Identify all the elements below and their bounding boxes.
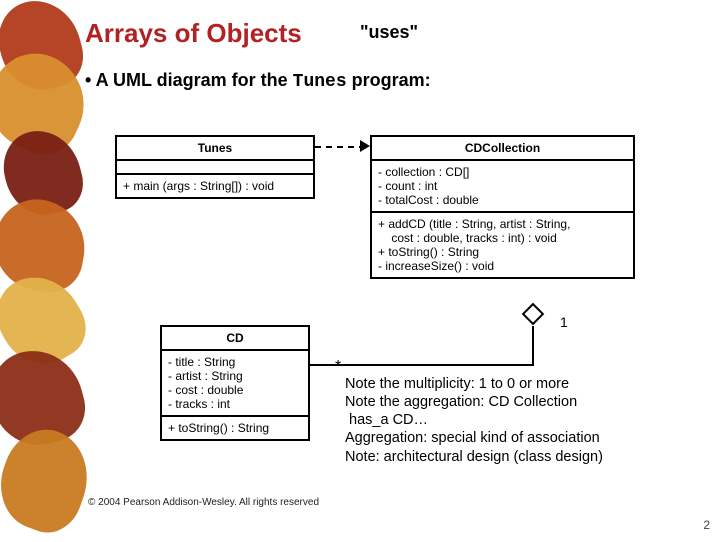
uml-operation: + addCD (title : String, artist : String… [378, 217, 627, 231]
note-line: Note the aggregation: CD Collection [345, 393, 603, 411]
uml-attributes: - collection : CD[] - count : int - tota… [372, 161, 633, 213]
uml-operation: + toString() : String [168, 421, 302, 435]
uml-operation-cont: cost : double, tracks : int) : void [378, 231, 627, 245]
uses-dependency-line [315, 146, 365, 148]
uml-operations: + main (args : String[]) : void [117, 175, 313, 197]
leaf-background [0, 0, 85, 540]
note-line: Note: architectural design (class design… [345, 448, 603, 466]
uml-class-cdcollection: CDCollection - collection : CD[] - count… [370, 135, 635, 279]
multiplicity-many: * [335, 358, 341, 376]
uml-operations: + addCD (title : String, artist : String… [372, 213, 633, 277]
page-number: 2 [703, 518, 710, 532]
notes-block: Note the multiplicity: 1 to 0 or more No… [345, 375, 603, 466]
uml-attribute: - count : int [378, 179, 627, 193]
copyright-text: © 2004 Pearson Addison-Wesley. All right… [88, 497, 319, 508]
uml-attribute: - cost : double [168, 383, 302, 397]
arrowhead-icon [360, 140, 370, 152]
uml-attributes: - title : String - artist : String - cos… [162, 351, 308, 417]
uml-class-name: CDCollection [372, 137, 633, 161]
aggregation-diamond-icon [522, 303, 545, 326]
note-line: Note the multiplicity: 1 to 0 or more [345, 375, 603, 393]
uml-operations: + toString() : String [162, 417, 308, 439]
note-line: has_a CD… [345, 411, 603, 429]
uml-operation: + main (args : String[]) : void [123, 179, 307, 193]
multiplicity-one: 1 [560, 314, 568, 330]
bullet-text: • A UML diagram for the Tunes program: [85, 70, 431, 92]
uml-attribute: - artist : String [168, 369, 302, 383]
uml-class-name: Tunes [117, 137, 313, 161]
uml-attribute: - tracks : int [168, 397, 302, 411]
uml-operation: + toString() : String [378, 245, 627, 259]
note-line: Aggregation: special kind of association [345, 429, 603, 447]
uml-attribute: - collection : CD[] [378, 165, 627, 179]
uml-attribute: - totalCost : double [378, 193, 627, 207]
uml-operation: - increaseSize() : void [378, 259, 627, 273]
uml-attributes-empty [117, 161, 313, 175]
uml-class-tunes: Tunes + main (args : String[]) : void [115, 135, 315, 199]
uml-class-cd: CD - title : String - artist : String - … [160, 325, 310, 441]
uml-class-name: CD [162, 327, 308, 351]
slide-title: Arrays of Objects [85, 18, 705, 49]
uml-attribute: - title : String [168, 355, 302, 369]
